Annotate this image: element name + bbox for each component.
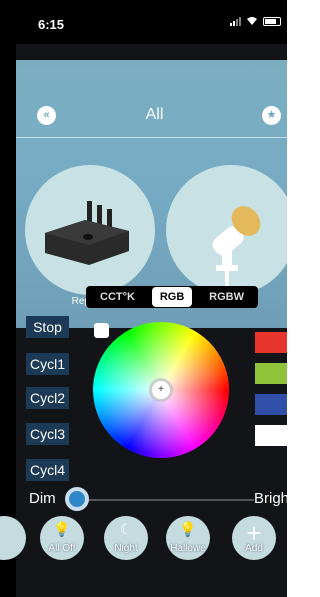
tab-rgb[interactable]: RGB bbox=[151, 287, 193, 307]
tab-cct[interactable]: CCT°K bbox=[92, 287, 143, 307]
device-repeater[interactable] bbox=[25, 165, 155, 295]
repeater-icon bbox=[45, 201, 129, 265]
main-panel: « All ★ Reptr. CCT°K RGB RGBW Stop Cycl1… bbox=[0, 44, 293, 597]
signal-icon bbox=[230, 16, 241, 26]
favorite-star-icon[interactable]: ★ bbox=[262, 106, 281, 125]
scene-label-night: Night bbox=[114, 543, 138, 554]
bulb-icon: 💡 bbox=[179, 521, 197, 537]
header-divider bbox=[16, 137, 293, 138]
color-wheel[interactable]: + bbox=[93, 322, 229, 458]
color-mode-tabs: CCT°K RGB RGBW bbox=[86, 286, 258, 308]
group-title: All bbox=[145, 106, 164, 123]
white-toggle[interactable] bbox=[94, 323, 109, 338]
moon-icon: ☾ bbox=[119, 521, 133, 537]
scene-halloween[interactable]: 💡 Hallowe bbox=[166, 516, 210, 560]
bulb-off-icon: 💡 bbox=[53, 521, 71, 537]
scene-label-halloween: Hallowe bbox=[170, 543, 206, 554]
scene-all-off[interactable]: 💡 All Off bbox=[40, 516, 84, 560]
battery-icon bbox=[263, 16, 281, 26]
scene-night[interactable]: ☾ Night bbox=[104, 516, 148, 560]
cycle3-button[interactable]: Cycl3 bbox=[26, 423, 69, 445]
cycle4-button[interactable]: Cycl4 bbox=[26, 459, 69, 481]
spotlight-icon bbox=[212, 206, 261, 287]
bright-label: Brigh bbox=[254, 490, 290, 507]
brightness-slider-track[interactable] bbox=[76, 499, 254, 501]
phone-screen: 6:15 « All ★ Reptr. CCT°K RGB RGBW Stop … bbox=[0, 0, 293, 597]
status-icons bbox=[230, 16, 281, 26]
wifi-icon bbox=[247, 17, 257, 25]
status-bar: 6:15 bbox=[0, 0, 293, 44]
cycle1-button[interactable]: Cycl1 bbox=[26, 353, 69, 375]
scene-label-all-off: All Off bbox=[48, 543, 76, 554]
color-wheel-handle[interactable]: + bbox=[150, 379, 172, 401]
scene-partial[interactable] bbox=[0, 516, 26, 560]
status-time: 6:15 bbox=[38, 17, 65, 32]
dim-label: Dim bbox=[29, 490, 56, 507]
device-right-side[interactable] bbox=[166, 165, 293, 295]
right-edge bbox=[287, 0, 293, 597]
scene-add[interactable]: + Add bbox=[232, 516, 276, 560]
stop-button[interactable]: Stop bbox=[26, 316, 69, 338]
tab-rgbw[interactable]: RGBW bbox=[201, 287, 252, 307]
brightness-slider-knob[interactable] bbox=[65, 487, 89, 511]
scene-label-add: Add bbox=[245, 543, 263, 554]
cycle2-button[interactable]: Cycl2 bbox=[26, 387, 69, 409]
